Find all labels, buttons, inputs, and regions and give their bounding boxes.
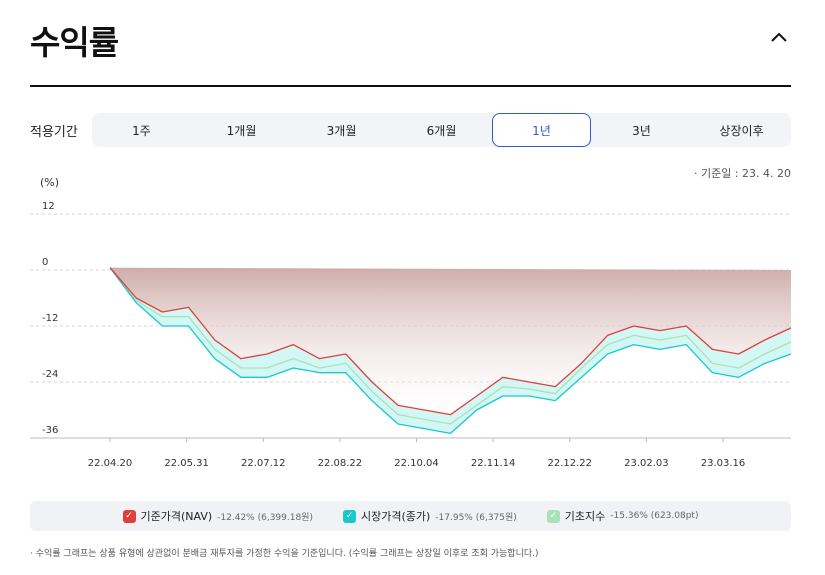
- returns-chart: 12 0 -12 -24 -36 22.04.20 22.05.31 22.07.12 22.0…: [30, 201, 792, 469]
- base-date-text: 기준일 : 23. 4. 20: [700, 167, 791, 180]
- legend-value: -15.36% (623.08pt): [610, 511, 699, 521]
- checkbox-icon[interactable]: ✓: [122, 509, 136, 523]
- x-tick-label: 22.11.14: [471, 458, 516, 469]
- period-option-3[interactable]: 3개월: [292, 113, 391, 147]
- period-option-7[interactable]: 상장이후: [692, 113, 791, 147]
- returns-section-header: 수익률: [30, 12, 791, 87]
- legend-index[interactable]: ✓ 기초지수 -15.36% (623.08pt): [546, 508, 699, 524]
- y-tick-label: -12: [42, 313, 58, 324]
- period-selector: 1주 1개월 3개월 6개월 1년 3년 상장이후: [92, 113, 791, 147]
- period-option-6[interactable]: 3년: [592, 113, 691, 147]
- x-tick-label: 23.02.03: [624, 458, 669, 469]
- unit-label: (%): [40, 176, 60, 189]
- x-tick-label: 22.08.22: [318, 458, 363, 469]
- period-option-5[interactable]: 1년: [492, 113, 591, 147]
- legend-value: -17.95% (6,375원): [435, 512, 517, 523]
- chevron-up-icon[interactable]: [767, 26, 791, 50]
- x-tick-label: 22.07.12: [241, 458, 286, 469]
- y-tick-label: -36: [42, 425, 58, 436]
- x-tick-label: 22.12.22: [547, 458, 592, 469]
- y-tick-label: -24: [42, 369, 58, 380]
- checkbox-icon[interactable]: ✓: [546, 509, 560, 523]
- checkbox-icon[interactable]: ✓: [342, 509, 356, 523]
- footnote: · 수익률 그래프는 상품 유형에 상관없이 분배금 재투자를 가정한 수익을 …: [30, 549, 539, 559]
- x-tick-label: 23.03.16: [701, 458, 746, 469]
- period-option-1[interactable]: 1주: [92, 113, 191, 147]
- legend-nav[interactable]: ✓ 기준가격(NAV) -12.42% (6,399.18원): [122, 508, 313, 524]
- page-title: 수익률: [30, 23, 119, 62]
- x-tick-label: 22.04.20: [88, 458, 133, 469]
- legend-label: 시장가격(종가): [360, 510, 431, 523]
- period-option-4[interactable]: 6개월: [392, 113, 491, 147]
- period-label: 적용기간: [30, 125, 78, 140]
- bullet-icon: ·: [693, 167, 698, 180]
- legend-market-price[interactable]: ✓ 시장가격(종가) -17.95% (6,375원): [342, 508, 517, 524]
- base-date: · 기준일 : 23. 4. 20: [694, 165, 791, 181]
- legend-label: 기준가격(NAV): [140, 510, 213, 523]
- y-tick-label: 12: [42, 201, 55, 212]
- x-tick-label: 22.10.04: [394, 458, 439, 469]
- chart-legend: ✓ 기준가격(NAV) -12.42% (6,399.18원) ✓ 시장가격(종가) -1…: [30, 501, 791, 531]
- period-option-2[interactable]: 1개월: [192, 113, 291, 147]
- legend-value: -12.42% (6,399.18원): [217, 512, 313, 523]
- y-tick-label: 0: [42, 257, 48, 268]
- x-tick-label: 22.05.31: [164, 458, 209, 469]
- legend-label: 기초지수: [564, 510, 606, 523]
